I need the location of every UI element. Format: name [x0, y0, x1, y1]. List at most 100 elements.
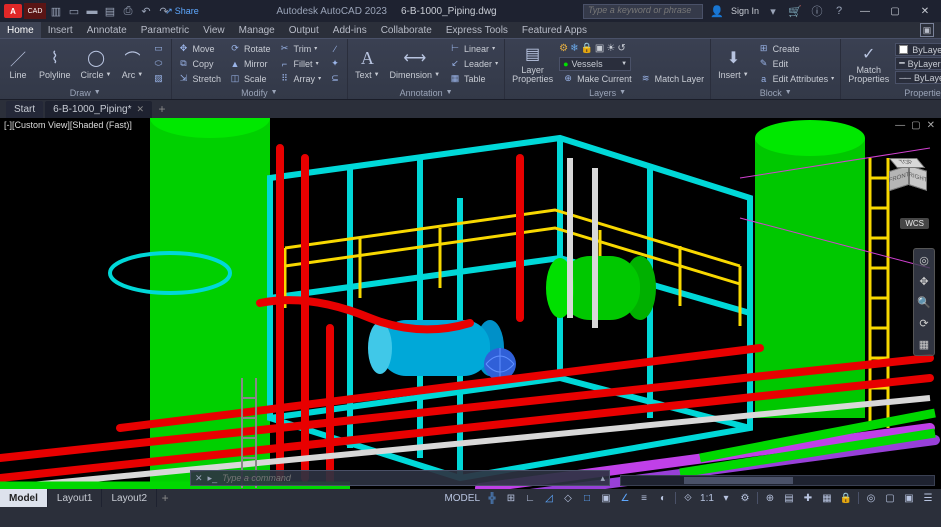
dimension-button[interactable]: ⟷Dimension▼ [386, 46, 444, 81]
layout-tab-1[interactable]: Layout1 [48, 489, 103, 507]
status-cleanscreen-icon[interactable]: ▣ [900, 490, 918, 506]
layerprev-icon[interactable]: ↺ [617, 43, 625, 54]
make-current-button[interactable]: ⊕Make Current [559, 71, 635, 86]
nav-wheel-icon[interactable]: ◎ [916, 252, 932, 268]
leader-button[interactable]: ↙Leader▾ [446, 56, 501, 71]
tab-addins[interactable]: Add-ins [326, 22, 374, 38]
tab-view[interactable]: View [196, 22, 232, 38]
qat-open-icon[interactable]: ▭ [66, 3, 82, 19]
text-button[interactable]: AText▼ [351, 46, 383, 81]
layerfreeze-icon[interactable]: ❄ [570, 43, 578, 54]
tab-output[interactable]: Output [282, 22, 326, 38]
layer-properties-button[interactable]: ▤Layer Properties [508, 42, 557, 85]
qat-undo-icon[interactable]: ↶ [138, 3, 154, 19]
tab-home[interactable]: Home [0, 22, 41, 38]
status-lineweight-icon[interactable]: ≡ [635, 490, 653, 506]
ellipse-button[interactable]: ⬭ [150, 56, 168, 71]
status-polar-icon[interactable]: ◿ [540, 490, 558, 506]
status-workspace-icon[interactable]: ⊕ [761, 490, 779, 506]
help-icon[interactable]: ? [831, 3, 847, 19]
stretch-button[interactable]: ⇲Stretch [175, 71, 225, 86]
create-block-button[interactable]: ⊞Create [755, 41, 838, 56]
view-label[interactable]: [-][Custom View][Shaded (Fast)] [4, 120, 132, 130]
layeron-icon[interactable]: ☀ [606, 43, 615, 54]
offset-button[interactable]: ⊆ [326, 71, 344, 86]
scale-button[interactable]: ◫Scale [226, 71, 274, 86]
trim-button[interactable]: ✂Trim▾ [276, 41, 325, 56]
status-transparency-icon[interactable]: ◐ [654, 490, 672, 506]
command-input[interactable] [222, 473, 595, 483]
cart-icon[interactable]: 🛒 [787, 3, 803, 19]
status-customize-icon[interactable]: ☰ [919, 490, 937, 506]
app-icon[interactable]: A [4, 4, 22, 18]
qat-saveas-icon[interactable]: ▤ [102, 3, 118, 19]
status-annoscale-icon[interactable]: ⟐ [679, 490, 697, 506]
match-layer-button[interactable]: ≋Match Layer [637, 71, 708, 86]
signin-icon[interactable]: 👤 [709, 3, 725, 19]
qat-new-icon[interactable]: ▥ [48, 3, 64, 19]
minimize-button[interactable]: — [853, 2, 877, 20]
app-menu-dropdown[interactable]: CAD [24, 3, 46, 19]
status-lock-ui-icon[interactable]: 🔒 [837, 490, 855, 506]
autodesk-app-icon[interactable]: ▾ [765, 3, 781, 19]
color-dropdown[interactable]: ByLayer▼ [895, 43, 941, 56]
copy-button[interactable]: ⧉Copy [175, 56, 225, 71]
layeroff-icon[interactable]: ⚙ [559, 43, 568, 54]
layout-tab-model[interactable]: Model [0, 489, 48, 507]
horizontal-scrollbar[interactable] [620, 475, 935, 486]
status-hardware-icon[interactable]: ▢ [881, 490, 899, 506]
rectangle-button[interactable]: ▭ [150, 41, 168, 56]
edit-attributes-button[interactable]: aEdit Attributes▾ [755, 71, 838, 86]
linear-button[interactable]: ⊢Linear▾ [446, 41, 501, 56]
close-button[interactable]: ✕ [913, 2, 937, 20]
signin-label[interactable]: Sign In [731, 6, 759, 16]
tab-annotate[interactable]: Annotate [80, 22, 134, 38]
viewport[interactable]: [-][Custom View][Shaded (Fast)] — ▢ ✕ FR… [0, 118, 941, 489]
line-button[interactable]: ／Line [3, 46, 33, 81]
tab-express-tools[interactable]: Express Tools [439, 22, 515, 38]
tab-add-button[interactable]: + [154, 101, 170, 117]
status-anno-mon-icon[interactable]: ▤ [780, 490, 798, 506]
status-scale-dropdown-icon[interactable]: ▾ [717, 490, 735, 506]
fillet-button[interactable]: ⌐Fillet▾ [276, 56, 325, 71]
ribbon-focus-icon[interactable]: ▣ [913, 22, 941, 38]
move-button[interactable]: ✥Move [175, 41, 225, 56]
maximize-button[interactable]: ▢ [883, 2, 907, 20]
help-search-input[interactable]: Type a keyword or phrase [583, 4, 703, 19]
layeriso-icon[interactable]: ▣ [595, 43, 604, 54]
status-grid-icon[interactable]: ╬ [483, 490, 501, 506]
tab-parametric[interactable]: Parametric [134, 22, 196, 38]
layout-add-button[interactable]: + [157, 490, 173, 506]
nav-showmotion-icon[interactable]: ▦ [916, 336, 932, 352]
info-icon[interactable]: ⓘ [809, 3, 825, 19]
tab-manage[interactable]: Manage [232, 22, 282, 38]
viewcube[interactable]: FRONT RIGHT TOP [883, 158, 927, 202]
array-button[interactable]: ⠿Array▾ [276, 71, 325, 86]
status-isolate-icon[interactable]: ◎ [862, 490, 880, 506]
tab-start[interactable]: Start [6, 101, 43, 118]
tab-insert[interactable]: Insert [41, 22, 80, 38]
vp-close-icon[interactable]: ✕ [927, 120, 935, 131]
rotate-button[interactable]: ⟳Rotate [226, 41, 274, 56]
qat-share-button[interactable]: ↗ Share [174, 3, 190, 19]
nav-zoom-icon[interactable]: 🔍 [916, 294, 932, 310]
hatch-button[interactable]: ▨ [150, 71, 168, 86]
table-button[interactable]: ▦Table [446, 71, 501, 86]
nav-pan-icon[interactable]: ✥ [916, 273, 932, 289]
tab-collaborate[interactable]: Collaborate [374, 22, 439, 38]
nav-orbit-icon[interactable]: ⟳ [916, 315, 932, 331]
mirror-button[interactable]: ▲Mirror [226, 56, 274, 71]
status-isodraft-icon[interactable]: ◇ [559, 490, 577, 506]
linetype-dropdown[interactable]: ──ByLayer▼ [895, 71, 941, 84]
erase-button[interactable]: ∕ [326, 41, 344, 56]
layerlock-icon[interactable]: 🔒 [580, 43, 592, 54]
wcs-label[interactable]: WCS [900, 218, 929, 229]
status-quickprops-icon[interactable]: ▦ [818, 490, 836, 506]
status-model[interactable]: MODEL [442, 490, 482, 506]
polyline-button[interactable]: ⌇Polyline [35, 46, 75, 81]
status-otrack-icon[interactable]: ∠ [616, 490, 634, 506]
status-scale[interactable]: 1:1 [698, 490, 716, 506]
cmd-close-icon[interactable]: ✕ [195, 473, 203, 484]
lineweight-dropdown[interactable]: ━ByLayer▼ [895, 57, 941, 70]
status-osnap-icon[interactable]: □ [578, 490, 596, 506]
